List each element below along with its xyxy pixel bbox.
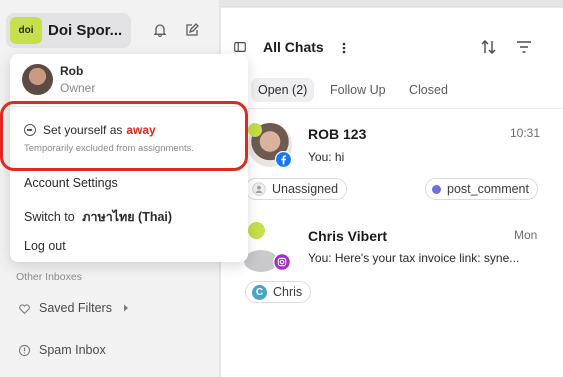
assignee-avatar: C: [252, 284, 267, 300]
assignee-label: Unassigned: [272, 182, 339, 196]
tab-closed[interactable]: Closed: [402, 78, 455, 102]
tag-label: post_comment: [447, 182, 529, 196]
tag-chip[interactable]: post_comment: [425, 178, 538, 200]
avatar: [22, 64, 53, 95]
tag-dot-icon: [432, 184, 441, 194]
workspace-switcher[interactable]: doi Doi Spor...: [6, 13, 131, 48]
user-icon: [252, 182, 266, 196]
assignee-label: Chris: [273, 285, 303, 299]
compose-icon[interactable]: [184, 22, 200, 38]
contact-name: ROB 123: [308, 126, 367, 142]
sidebar-item-label: Spam Inbox: [39, 343, 106, 357]
other-inboxes-label: Other Inboxes: [16, 271, 82, 283]
contact-name: Chris Vibert: [308, 228, 388, 244]
heart-icon: [19, 303, 30, 314]
timestamp: Mon: [514, 228, 538, 242]
last-message: You: hi: [308, 150, 345, 164]
language-name: ภาษาไทย (Thai): [82, 210, 173, 224]
sidebar-item-label: Saved Filters: [39, 301, 112, 315]
instagram-icon: [273, 253, 291, 271]
user-role: Owner: [60, 81, 96, 95]
tab-open[interactable]: Open (2): [251, 78, 315, 102]
workspace-name: Doi Spor...: [48, 22, 123, 39]
user-name: Rob: [60, 64, 84, 78]
filter-icon[interactable]: [515, 39, 533, 55]
sidebar-item-spam-inbox[interactable]: Spam Inbox: [18, 343, 106, 357]
workspace-logo: doi: [10, 17, 42, 44]
bell-icon[interactable]: [152, 22, 168, 38]
sidebar-item-saved-filters[interactable]: Saved Filters: [18, 301, 139, 315]
switch-language-button[interactable]: Switch to ภาษาไทย (Thai): [24, 207, 172, 227]
sidebar-toggle-icon[interactable]: [233, 40, 247, 54]
tab-follow-up[interactable]: Follow Up: [323, 78, 393, 102]
chevron-right-icon: [123, 304, 128, 312]
assignee-chip[interactable]: C Chris: [245, 281, 312, 303]
facebook-icon: [275, 151, 292, 168]
divider: [221, 108, 563, 109]
switch-prefix: Switch to: [24, 210, 75, 224]
assignee-chip[interactable]: Unassigned: [245, 178, 348, 200]
page-title: All Chats: [263, 39, 324, 55]
alert-circle-icon: [18, 344, 31, 356]
brand-badge-icon: [248, 222, 265, 239]
sort-icon[interactable]: [480, 38, 498, 56]
more-vertical-icon[interactable]: [339, 41, 349, 55]
last-message: You: Here's your tax invoice link: syne.…: [308, 251, 520, 265]
user-profile: Rob Owner: [22, 64, 95, 95]
chat-list-panel: All Chats Open (2) Follow Up Closed ROB …: [221, 8, 563, 377]
highlight-box: [0, 101, 248, 171]
account-settings-link[interactable]: Account Settings: [24, 176, 118, 190]
timestamp: 10:31: [510, 126, 541, 140]
brand-badge-icon: [248, 123, 262, 137]
logout-button[interactable]: Log out: [24, 239, 66, 253]
